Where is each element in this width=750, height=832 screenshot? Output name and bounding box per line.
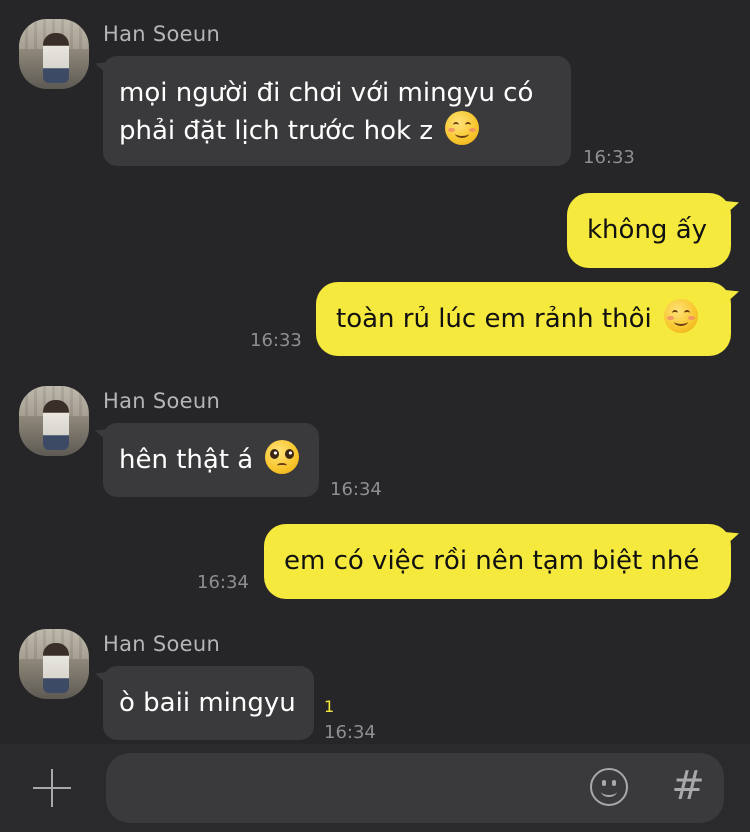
- incoming-message-bubble[interactable]: mọi người đi chơi với mingyu có phải đặt…: [103, 56, 571, 166]
- message-text-line: mọi người đi chơi với mingyu có: [119, 78, 534, 108]
- sender-name: Han Soeun: [103, 632, 221, 656]
- relieved-face-emoji-icon: [445, 111, 480, 145]
- message-text: em có việc rồi nên tạm biệt nhé: [284, 546, 700, 576]
- message-timestamp: 16:33: [583, 147, 635, 168]
- incoming-message-bubble[interactable]: ò baii mingyu: [103, 666, 314, 740]
- message-text-line: phải đặt lịch trước hok z: [119, 111, 555, 149]
- chat-area: Han Soeun mọi người đi chơi với mingyu c…: [0, 0, 750, 744]
- message-text: ò baii mingyu: [119, 688, 296, 718]
- hashtag-icon[interactable]: #: [668, 764, 708, 808]
- message-text: không ấy: [587, 215, 708, 245]
- outgoing-message-bubble[interactable]: không ấy: [567, 193, 731, 268]
- message-timestamp: 16:34: [197, 572, 249, 593]
- message-timestamp: 16:34: [330, 479, 382, 500]
- sender-avatar[interactable]: [19, 19, 89, 89]
- plus-icon[interactable]: [30, 766, 74, 810]
- sender-avatar[interactable]: [19, 629, 89, 699]
- outgoing-message-bubble[interactable]: em có việc rồi nên tạm biệt nhé: [264, 524, 731, 599]
- emoji-picker-icon[interactable]: [590, 768, 628, 806]
- message-timestamp: 16:34: [324, 722, 376, 743]
- message-composer: #: [0, 744, 750, 832]
- smiling-face-emoji-icon: [663, 299, 698, 333]
- sender-avatar[interactable]: [19, 386, 89, 456]
- sender-name: Han Soeun: [103, 22, 221, 46]
- sender-name: Han Soeun: [103, 389, 221, 413]
- message-timestamp: 16:33: [250, 330, 302, 351]
- unread-count-badge: 1: [324, 697, 335, 716]
- message-text: toàn rủ lúc em rảnh thôi: [336, 304, 652, 334]
- message-text: hên thật á: [119, 445, 254, 475]
- message-input[interactable]: [106, 753, 724, 823]
- pleading-face-emoji-icon: [265, 440, 300, 474]
- outgoing-message-bubble[interactable]: toàn rủ lúc em rảnh thôi: [316, 282, 731, 356]
- incoming-message-bubble[interactable]: hên thật á: [103, 423, 319, 497]
